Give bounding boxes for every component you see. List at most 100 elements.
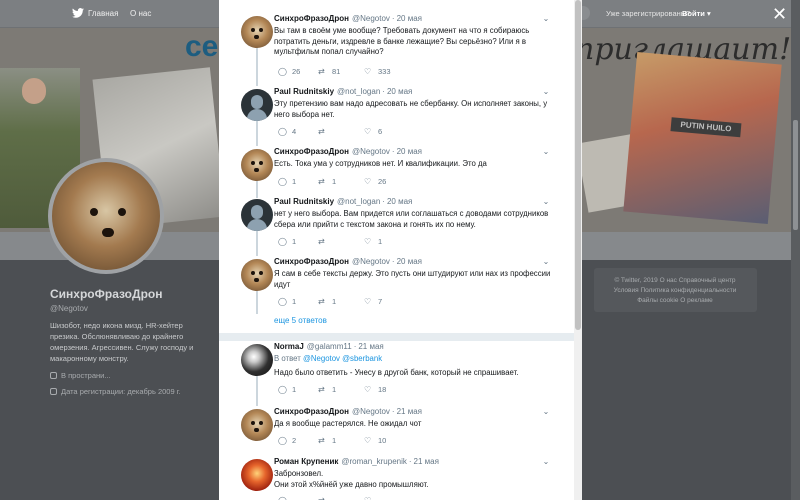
close-icon[interactable]: ✕ [772,5,790,23]
retweet-button[interactable]: ⇄ 1 [318,384,336,396]
tweet[interactable]: Paul Rudnitskiy @not_logan · 20 мая ⌄ Эту п… [219,85,574,140]
show-more-replies-link[interactable]: еще 5 ответов [274,316,327,325]
tweet-actions: ◯99 ⇄31 ♡... [274,0,474,2]
author-name[interactable]: Paul Rudnitskiy [274,87,334,96]
author-name[interactable]: Paul Rudnitskiy [274,197,334,206]
like-button[interactable]: ♡ 26 [364,176,386,188]
reply-button[interactable]: ◯99 [278,0,300,2]
reply-button[interactable]: ◯ 1 [278,296,296,308]
nav-home-link[interactable]: Главная [88,9,118,18]
retweet-icon: ⇄ [318,127,325,136]
author-handle[interactable]: @not_logan [337,197,380,206]
like-button[interactable]: ♡ 18 [364,384,386,396]
chevron-down-icon[interactable]: ⌄ [541,87,551,97]
mention-link[interactable]: @sberbank [342,354,382,363]
author-handle[interactable]: @Negotov [352,14,390,23]
like-button[interactable]: ♡ 7 [364,296,382,308]
reply-button[interactable]: ◯ 1 [278,384,296,396]
author-name[interactable]: СинхроФразоДрон [274,407,349,416]
like-button[interactable]: ♡ 10 [364,435,386,447]
dog-avatar[interactable] [241,259,273,291]
reply-button[interactable]: ◯ 4 [278,126,296,138]
tweet-date[interactable]: 21 мая [397,407,422,416]
chevron-down-icon[interactable]: ⌄ [541,407,551,417]
retweet-button[interactable]: ⇄ 1 [318,435,336,447]
tweet[interactable]: СинхроФразоДрон @Negotov · 20 мая ⌄ Я сам в… [219,255,574,313]
nav-about-link[interactable]: О нас [130,9,151,18]
tweet-date[interactable]: 20 мая [387,197,412,206]
tweet[interactable]: Роман Крупеник @roman_krupenik · 21 мая ⌄ З… [219,455,574,500]
retweet-button[interactable]: ⇄ 81 [318,66,340,78]
author-handle[interactable]: @galamm11 [307,342,352,351]
footer-line-1[interactable]: © Twitter, 2019 О нас Справочный центр [600,276,750,286]
tweet-date[interactable]: 20 мая [397,14,422,23]
retweet-button[interactable]: ⇄ 1 [318,176,336,188]
footer-line-3[interactable]: Файлы cookie О рекламе [600,296,750,306]
dog-avatar[interactable] [241,16,273,48]
retweet-button[interactable]: ⇄31 [318,0,340,2]
profile-location: В пространи... [50,371,111,380]
tweet-header: СинхроФразоДрон @Negotov · 20 мая [274,14,422,23]
like-button[interactable]: ♡ 6 [364,126,382,138]
tweet-date[interactable]: 20 мая [387,87,412,96]
page-scrollbar-thumb[interactable] [793,120,798,230]
tweet-date[interactable]: 20 мая [397,257,422,266]
like-button[interactable]: ♡... [364,0,384,2]
like-button[interactable]: ♡ [364,495,376,500]
footer-links[interactable]: © Twitter, 2019 О нас Справочный центр У… [600,276,750,306]
dog-avatar[interactable] [241,409,273,441]
tweet-date[interactable]: 21 мая [358,342,383,351]
modal-scrollbar[interactable] [574,0,582,500]
author-handle[interactable]: @roman_krupenik [341,457,406,466]
tweet-date[interactable]: 20 мая [397,147,422,156]
reply-button[interactable]: ◯ 26 [278,66,300,78]
author-name[interactable]: СинхроФразоДрон [274,14,349,23]
chevron-down-icon[interactable]: ⌄ [541,457,551,467]
profile-name[interactable]: СинхроФразоДрон [50,287,162,301]
tweet[interactable]: СинхроФразоДрон @Negotov · 21 мая ⌄ Да я во… [219,405,574,451]
footer-line-2[interactable]: Условия Политика конфиденциальности [600,286,750,296]
tweet[interactable]: СинхроФразоДрон @Negotov · 20 мая ⌄ Вы там … [219,12,574,84]
like-button[interactable]: ♡ 333 [364,66,391,78]
heart-icon: ♡ [364,0,376,2]
retweet-button[interactable]: ⇄ [318,126,332,138]
reply-button[interactable]: ◯ 1 [278,236,296,248]
mention-link[interactable]: @Negotov [303,354,340,363]
twitter-bird-icon[interactable] [72,8,84,18]
profile-avatar[interactable] [48,158,164,274]
egg-avatar[interactable] [241,89,273,121]
page-scrollbar[interactable] [791,0,800,500]
profile-handle[interactable]: @Negotov [50,304,88,313]
author-name[interactable]: Роман Крупеник [274,457,338,466]
tweet-header: Роман Крупеник @roman_krupenik · 21 мая [274,457,439,466]
tweet[interactable]: СинхроФразоДрон @Negotov · 20 мая ⌄ Есть. Т… [219,145,574,195]
dog-avatar[interactable] [241,149,273,181]
retweet-button[interactable]: ⇄ [318,495,330,500]
author-handle[interactable]: @Negotov [352,147,390,156]
author-handle[interactable]: @Negotov [352,407,390,416]
egg-avatar[interactable] [241,199,273,231]
tweet[interactable]: Paul Rudnitskiy @not_logan · 20 мая ⌄ нет у… [219,195,574,253]
author-handle[interactable]: @Negotov [352,257,390,266]
retweet-button[interactable]: ⇄ [318,236,332,248]
roman-avatar[interactable] [241,459,273,491]
tweet-text: Вы там в своём уме вообще? Требовать док… [274,26,530,57]
chevron-down-icon[interactable]: ⌄ [541,147,551,157]
normaj-avatar[interactable] [241,344,273,376]
chevron-down-icon[interactable]: ⌄ [541,14,551,24]
author-handle[interactable]: @not_logan [337,87,380,96]
chevron-down-icon[interactable]: ⌄ [541,257,551,267]
modal-scrollbar-thumb[interactable] [575,0,581,330]
reply-button[interactable]: ◯ 2 [278,435,296,447]
retweet-button[interactable]: ⇄ 1 [318,296,336,308]
author-name[interactable]: NormaJ [274,342,304,351]
tweet-date[interactable]: 21 мая [414,457,439,466]
tweet[interactable]: NormaJ @galamm11 · 21 мая В ответ @Negotov … [219,340,574,402]
reply-button[interactable]: ◯ 1 [278,176,296,188]
login-link[interactable]: Войти ▾ [682,9,711,18]
reply-button[interactable]: ◯ [278,495,290,500]
chevron-down-icon[interactable]: ⌄ [541,197,551,207]
author-name[interactable]: СинхроФразоДрон [274,257,349,266]
author-name[interactable]: СинхроФразоДрон [274,147,349,156]
like-button[interactable]: ♡ 1 [364,236,382,248]
